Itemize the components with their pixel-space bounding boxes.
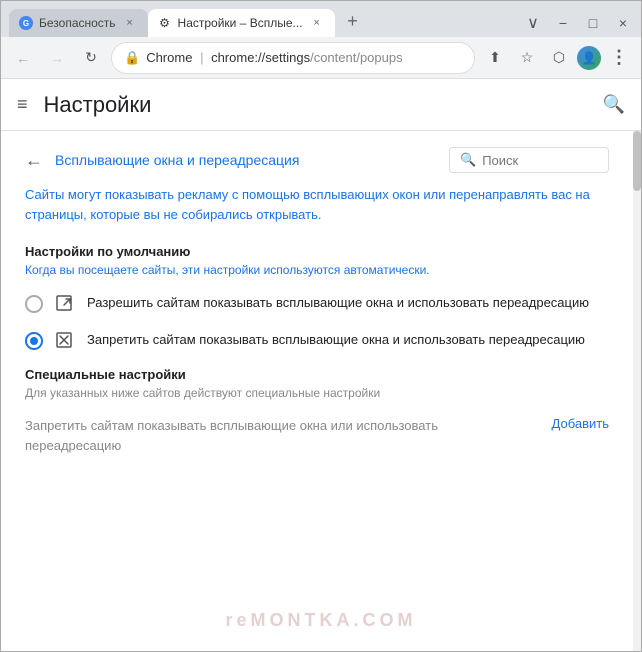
section-nav: ← Всплывающие окна и переадресация 🔍	[25, 147, 609, 173]
toolbar-right: ⬆ ☆ ⬡ 👤 ⋮	[481, 44, 633, 72]
section-back-button[interactable]: ←	[25, 150, 43, 171]
section-title: Всплывающие окна и переадресация	[55, 152, 437, 168]
header-search-button[interactable]: 🔍	[603, 94, 625, 115]
extensions-button[interactable]: ⬡	[545, 44, 573, 72]
browser-name-label: Chrome	[146, 50, 192, 65]
share-button[interactable]: ⬆	[481, 44, 509, 72]
main-content: ≡ Настройки 🔍 ← Всплывающие окна и переа…	[1, 79, 641, 651]
address-text: Chrome | chrome://settings/content/popup…	[146, 50, 462, 65]
defaults-description: Когда вы посещаете сайты, эти настройки …	[25, 263, 609, 277]
defaults-title: Настройки по умолчанию	[25, 244, 609, 259]
settings-title: Настройки	[44, 92, 587, 118]
settings-tab-icon: ⚙	[158, 16, 172, 30]
add-button[interactable]: Добавить	[552, 416, 609, 431]
settings-header: ≡ Настройки 🔍	[1, 79, 641, 131]
allow-icon	[55, 294, 75, 314]
special-title: Специальные настройки	[25, 367, 609, 382]
maximize-button[interactable]: □	[583, 13, 603, 33]
add-row-text: Запретить сайтам показывать всплывающие …	[25, 416, 536, 455]
minimize-button[interactable]: ∨	[523, 13, 543, 33]
watermark: reMONTKA.COM	[226, 610, 417, 631]
content-area: ← Всплывающие окна и переадресация 🔍 Сай…	[1, 131, 641, 651]
restore-button[interactable]: −	[553, 13, 573, 33]
refresh-button[interactable]: ↻	[77, 44, 105, 72]
secure-icon: 🔒	[124, 50, 140, 66]
toolbar: ← → ↻ 🔒 Chrome | chrome://settings/conte…	[1, 37, 641, 79]
tab-security[interactable]: G Безопасность ×	[9, 9, 148, 37]
allow-radio[interactable]	[25, 295, 43, 313]
menu-button[interactable]: ⋮	[605, 44, 633, 72]
section-search-input[interactable]	[482, 153, 602, 168]
profile-button[interactable]: 👤	[577, 46, 601, 70]
block-icon	[55, 331, 75, 351]
tab-security-label: Безопасность	[39, 16, 116, 30]
browser-window: G Безопасность × ⚙ Настройки – Всплые...…	[0, 0, 642, 652]
tab-security-close[interactable]: ×	[122, 15, 138, 31]
allow-option[interactable]: Разрешить сайтам показывать всплывающие …	[25, 293, 609, 314]
back-button[interactable]: ←	[9, 44, 37, 72]
tab-settings-label: Настройки – Всплые...	[178, 16, 303, 30]
block-label: Запретить сайтам показывать всплывающие …	[87, 330, 585, 350]
hamburger-menu[interactable]: ≡	[17, 94, 28, 115]
bookmark-button[interactable]: ☆	[513, 44, 541, 72]
block-radio[interactable]	[25, 332, 43, 350]
tab-settings-close[interactable]: ×	[309, 15, 325, 31]
url-domain: chrome://settings	[211, 50, 310, 65]
section-search-box[interactable]: 🔍	[449, 147, 609, 173]
allow-label: Разрешить сайтам показывать всплывающие …	[87, 293, 589, 313]
address-bar[interactable]: 🔒 Chrome | chrome://settings/content/pop…	[111, 42, 475, 74]
new-tab-button[interactable]: +	[339, 7, 367, 35]
inner-content: ← Всплывающие окна и переадресация 🔍 Сай…	[1, 131, 633, 479]
tabs-row: G Безопасность × ⚙ Настройки – Всплые...…	[9, 7, 507, 37]
url-path: /content/popups	[310, 50, 403, 65]
block-option[interactable]: Запретить сайтам показывать всплывающие …	[25, 330, 609, 351]
google-icon: G	[19, 16, 33, 30]
titlebar: G Безопасность × ⚙ Настройки – Всплые...…	[1, 1, 641, 37]
scrollbar-thumb[interactable]	[633, 131, 641, 191]
tab-settings[interactable]: ⚙ Настройки – Всплые... ×	[148, 9, 335, 37]
add-row: Запретить сайтам показывать всплывающие …	[25, 416, 609, 455]
page: ≡ Настройки 🔍 ← Всплывающие окна и переа…	[1, 79, 641, 651]
search-box-icon: 🔍	[460, 152, 476, 168]
special-description: Для указанных ниже сайтов действуют спец…	[25, 386, 609, 400]
close-button[interactable]: ×	[613, 13, 633, 33]
forward-button[interactable]: →	[43, 44, 71, 72]
scrollbar-track[interactable]	[633, 131, 641, 651]
description-text: Сайты могут показывать рекламу с помощью…	[25, 185, 609, 224]
